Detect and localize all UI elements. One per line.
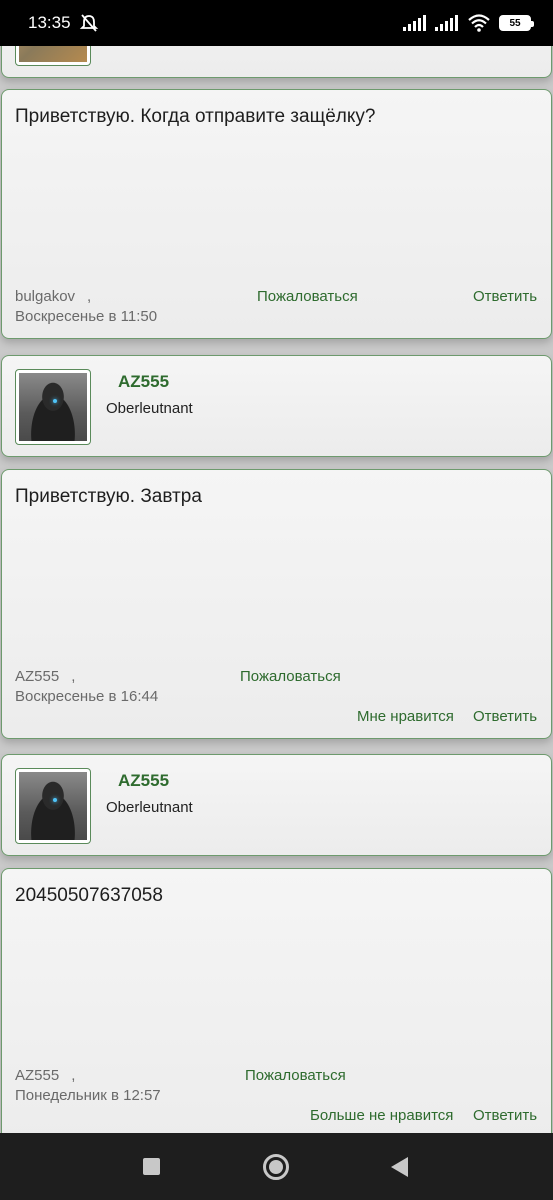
signal-icon <box>403 15 426 31</box>
post-text: Приветствую. Завтра <box>15 486 202 507</box>
avatar[interactable] <box>15 768 91 844</box>
author-card: AZ555 Oberleutnant <box>1 355 552 457</box>
post-card: Приветствую. Когда отправите защёлку? bu… <box>1 89 552 339</box>
reply-link[interactable]: Ответить <box>473 1107 537 1124</box>
wifi-icon <box>468 14 490 32</box>
post-date: Понедельник в 12:57 <box>15 1087 161 1104</box>
reply-link[interactable]: Ответить <box>473 708 537 725</box>
post-author[interactable]: AZ555 <box>15 1067 59 1084</box>
recent-apps-icon[interactable] <box>143 1158 160 1175</box>
post-text: Приветствую. Когда отправите защёлку? <box>15 106 376 127</box>
author-rank: Oberleutnant <box>106 799 193 816</box>
report-link[interactable]: Пожаловаться <box>245 1067 346 1084</box>
like-link[interactable]: Мне нравится <box>357 708 454 725</box>
report-link[interactable]: Пожаловаться <box>240 668 341 685</box>
post-author-line: AZ555, <box>15 668 75 685</box>
avatar[interactable] <box>15 46 91 66</box>
avatar-image <box>19 772 87 840</box>
post-author-line: bulgakov, <box>15 288 91 305</box>
report-link[interactable]: Пожаловаться <box>257 288 358 305</box>
avatar[interactable] <box>15 369 91 445</box>
status-bar: 13:35 55 <box>0 0 553 46</box>
unlike-link[interactable]: Больше не нравится <box>310 1107 453 1124</box>
post-date: Воскресенье в 16:44 <box>15 688 159 705</box>
muted-bell-icon <box>79 14 98 32</box>
post-card: Приветствую. Завтра AZ555, Воскресенье в… <box>1 469 552 739</box>
post-date: Воскресенье в 11:50 <box>15 308 158 325</box>
battery-level: 55 <box>509 17 521 29</box>
post-card: 20450507637058 AZ555, Понедельник в 12:5… <box>1 868 552 1133</box>
author-name[interactable]: AZ555 <box>118 771 169 791</box>
comma: , <box>71 1067 76 1084</box>
author-name[interactable]: AZ555 <box>118 372 169 392</box>
home-icon[interactable] <box>263 1154 289 1180</box>
author-card-partial <box>1 46 552 78</box>
author-rank: Oberleutnant <box>106 400 193 417</box>
avatar-image <box>19 373 87 441</box>
reply-link[interactable]: Ответить <box>473 288 537 305</box>
author-card: AZ555 Oberleutnant <box>1 754 552 856</box>
post-text: 20450507637058 <box>15 885 163 906</box>
post-author[interactable]: AZ555 <box>15 668 59 685</box>
clock: 13:35 <box>28 13 71 32</box>
battery-icon: 55 <box>499 15 534 31</box>
post-author-line: AZ555, <box>15 1067 75 1084</box>
system-nav-bar <box>0 1133 553 1200</box>
comma: , <box>87 288 92 305</box>
comma: , <box>71 668 76 685</box>
signal-icon <box>435 15 458 31</box>
back-icon[interactable] <box>391 1157 408 1177</box>
post-author[interactable]: bulgakov <box>15 288 75 305</box>
forum-thread[interactable]: Приветствую. Когда отправите защёлку? bu… <box>0 46 553 1133</box>
